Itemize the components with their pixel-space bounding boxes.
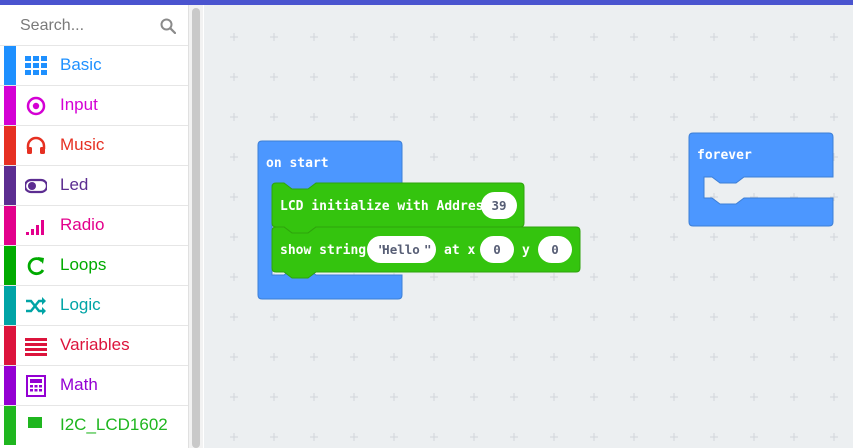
- category-logic[interactable]: Logic: [0, 285, 188, 325]
- category-label: Radio: [60, 215, 105, 234]
- close-quote: ": [424, 242, 432, 257]
- toggle-icon: [25, 178, 47, 194]
- calculator-icon: [26, 375, 46, 397]
- show-string-label: show string: [280, 243, 366, 258]
- category-label: Math: [60, 375, 98, 394]
- category-label: Logic: [60, 295, 101, 314]
- category-radio[interactable]: Radio: [0, 205, 188, 245]
- toolbox: Basic Input Music Led: [0, 5, 189, 448]
- lines-icon: [25, 338, 47, 356]
- lcd-initialize-block[interactable]: LCD initialize with Address 39: [271, 182, 525, 234]
- category-loops[interactable]: Loops: [0, 245, 188, 285]
- search-box: [4, 5, 188, 45]
- category-music[interactable]: Music: [0, 125, 188, 165]
- category-color-bar: [4, 326, 16, 365]
- category-label: I2C_LCD1602: [60, 415, 168, 434]
- show-string-block[interactable]: show string " Hello " at x 0 y 0: [271, 226, 581, 279]
- category-variables[interactable]: Variables: [0, 325, 188, 365]
- category-i2c-lcd1602[interactable]: I2C_LCD1602: [0, 405, 188, 445]
- category-label: Loops: [60, 255, 107, 274]
- category-input[interactable]: Input: [0, 85, 188, 125]
- on-start-label: on start: [266, 156, 329, 171]
- y-value: 0: [551, 242, 559, 257]
- category-color-bar: [4, 206, 16, 245]
- category-color-bar: [4, 246, 16, 285]
- category-color-bar: [4, 286, 16, 325]
- category-color-bar: [4, 46, 16, 85]
- category-color-bar: [4, 366, 16, 405]
- shuffle-icon: [26, 297, 46, 315]
- y-label: y: [522, 243, 530, 258]
- address-value: 39: [491, 198, 506, 213]
- square-icon: [28, 417, 42, 428]
- x-value: 0: [493, 242, 501, 257]
- string-value: Hello: [382, 242, 420, 257]
- category-basic[interactable]: Basic: [0, 45, 188, 85]
- search-icon[interactable]: [160, 18, 176, 34]
- category-label: Music: [60, 135, 105, 154]
- lcd-initialize-label: LCD initialize with Address: [280, 199, 491, 214]
- search-input[interactable]: [4, 7, 172, 45]
- target-icon: [26, 96, 46, 116]
- toolbox-scrollbar-thumb[interactable]: [192, 8, 200, 448]
- category-color-bar: [4, 86, 16, 125]
- category-label: Input: [60, 95, 98, 114]
- headphones-icon: [26, 136, 46, 154]
- forever-label: forever: [697, 148, 752, 163]
- loop-arrow-icon: [27, 257, 45, 275]
- category-label: Basic: [60, 55, 102, 74]
- at-x-label: at x: [444, 243, 475, 258]
- category-label: Variables: [60, 335, 130, 354]
- category-color-bar: [4, 406, 16, 445]
- category-label: Led: [60, 175, 89, 194]
- category-color-bar: [4, 166, 16, 205]
- workspace-blocks-layer: on start LCD initialize with Address 39 …: [204, 5, 853, 448]
- category-led[interactable]: Led: [0, 165, 188, 205]
- grid-icon: [25, 56, 47, 75]
- category-math[interactable]: Math: [0, 365, 188, 405]
- category-color-bar: [4, 126, 16, 165]
- signal-bars-icon: [26, 220, 44, 235]
